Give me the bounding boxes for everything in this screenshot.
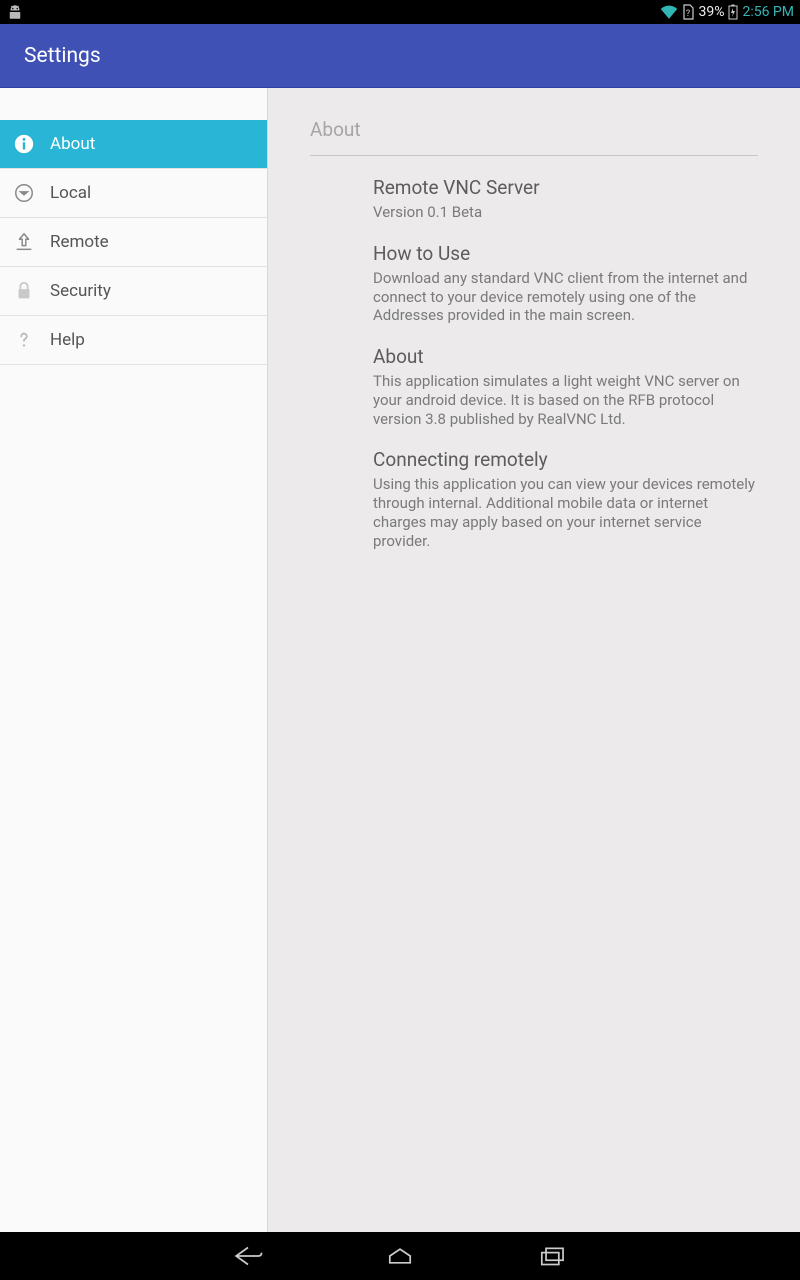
status-left	[6, 5, 24, 19]
app-bar-title: Settings	[24, 44, 101, 68]
info-icon	[12, 132, 36, 156]
android-debug-icon	[6, 5, 24, 19]
sidebar-item-about[interactable]: About	[0, 120, 267, 169]
sim-question-icon: ?	[682, 4, 694, 20]
sidebar-item-remote[interactable]: Remote	[0, 218, 267, 267]
status-right: ? 39% 2:56 PM	[660, 4, 794, 20]
app-body: About Local Remote Security	[0, 88, 800, 1232]
content-title: About	[310, 118, 758, 156]
sidebar-item-label: Remote	[50, 232, 109, 252]
section-app-name: Remote VNC Server Version 0.1 Beta	[373, 176, 758, 222]
content-wrap: About Remote VNC Server Version 0.1 Beta…	[267, 88, 800, 1232]
section-body: Using this application you can view your…	[373, 475, 758, 550]
device-frame: ? 39% 2:56 PM Settings About	[0, 0, 800, 1280]
home-button[interactable]	[379, 1235, 421, 1277]
sidebar-item-security[interactable]: Security	[0, 267, 267, 316]
section-heading: About	[373, 345, 758, 368]
section-body: Download any standard VNC client from th…	[373, 269, 758, 325]
sidebar-item-help[interactable]: Help	[0, 316, 267, 365]
section-heading: Remote VNC Server	[373, 176, 758, 199]
battery-percent: 39%	[698, 4, 724, 20]
svg-text:?: ?	[686, 9, 690, 19]
section-how-to-use: How to Use Download any standard VNC cli…	[373, 242, 758, 325]
sidebar-item-label: About	[50, 134, 95, 154]
battery-charging-icon	[728, 4, 738, 20]
recent-apps-button[interactable]	[531, 1235, 573, 1277]
section-body: Version 0.1 Beta	[373, 203, 758, 222]
section-about: About This application simulates a light…	[373, 345, 758, 428]
section-connecting: Connecting remotely Using this applicati…	[373, 448, 758, 550]
local-icon	[12, 181, 36, 205]
sidebar-item-label: Local	[50, 183, 91, 203]
nav-bar	[0, 1232, 800, 1280]
back-button[interactable]	[227, 1235, 269, 1277]
section-heading: Connecting remotely	[373, 448, 758, 471]
clock-time: 2:56 PM	[742, 4, 794, 20]
help-icon	[12, 328, 36, 352]
status-bar: ? 39% 2:56 PM	[0, 0, 800, 24]
sidebar-item-label: Security	[50, 281, 111, 301]
content-panel: About Remote VNC Server Version 0.1 Beta…	[267, 88, 800, 1232]
sidebar-item-label: Help	[50, 330, 85, 350]
upload-icon	[12, 230, 36, 254]
app-bar: Settings	[0, 24, 800, 88]
lock-icon	[12, 279, 36, 303]
section-body: This application simulates a light weigh…	[373, 372, 758, 428]
wifi-icon	[660, 5, 678, 19]
sidebar-item-local[interactable]: Local	[0, 169, 267, 218]
section-heading: How to Use	[373, 242, 758, 265]
sidebar: About Local Remote Security	[0, 88, 267, 1232]
